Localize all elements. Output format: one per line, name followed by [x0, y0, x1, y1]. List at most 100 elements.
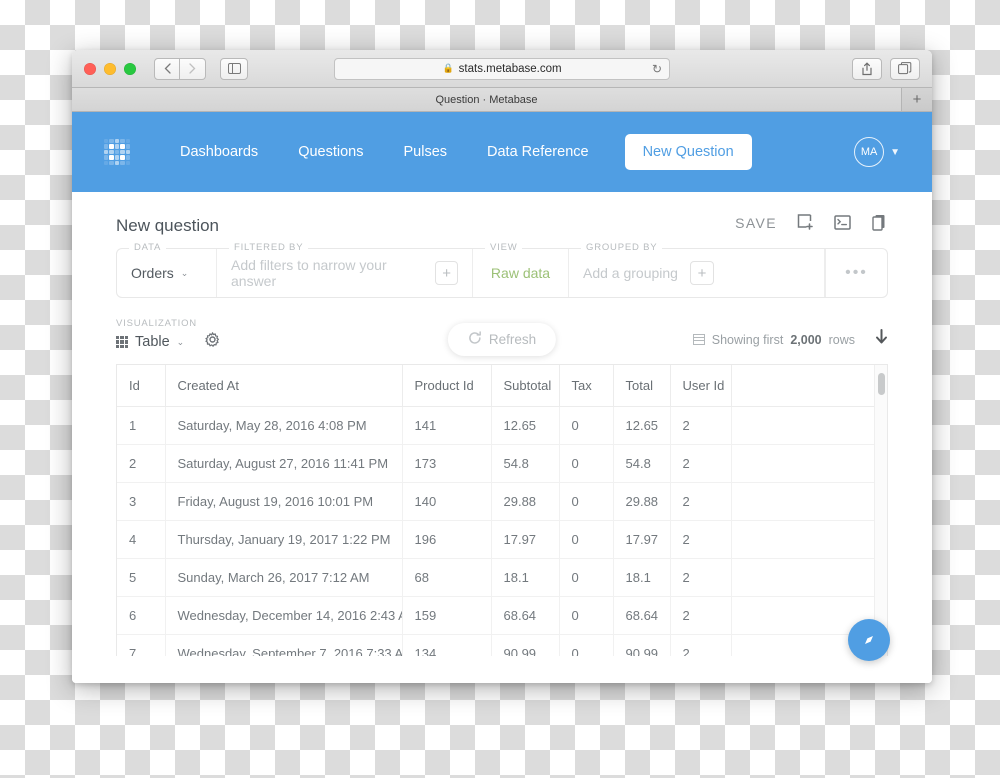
minimize-window-button[interactable]	[104, 62, 116, 75]
page-title[interactable]: New question	[116, 210, 219, 236]
add-grouping-button[interactable]: +	[689, 261, 714, 285]
view-section[interactable]: VIEW Raw data	[473, 242, 569, 297]
ellipsis-icon: •••	[845, 264, 868, 281]
gear-icon[interactable]	[205, 332, 220, 352]
window-controls	[84, 62, 136, 75]
cell-tax: 0	[559, 596, 614, 635]
view-value[interactable]: Raw data	[491, 265, 550, 281]
navbar-user-area: MA ▼	[854, 137, 900, 167]
nav-link-dashboards[interactable]: Dashboards	[160, 136, 278, 168]
data-source-text: Orders	[131, 265, 174, 281]
revision-history-icon[interactable]	[871, 214, 888, 231]
cell-id: 7	[117, 634, 166, 656]
column-header-created-at[interactable]: Created At	[165, 365, 403, 407]
share-button[interactable]	[852, 57, 882, 80]
url-text: stats.metabase.com	[458, 62, 562, 75]
rows-count: 2,000	[790, 332, 822, 347]
metabase-logo-icon[interactable]	[104, 139, 130, 165]
cell-subtotal: 17.97	[491, 520, 560, 559]
cell-total: 90.99	[613, 634, 671, 656]
cell-id: 3	[117, 482, 166, 521]
reload-icon[interactable]: ↻	[652, 62, 662, 76]
page-content: Dashboards Questions Pulses Data Referen…	[72, 112, 932, 683]
table-row[interactable]: 2 Saturday, August 27, 2016 11:41 PM 173 54…	[117, 444, 887, 483]
refresh-icon	[468, 331, 482, 348]
grouping-placeholder[interactable]: Add a grouping	[583, 265, 678, 281]
column-header-subtotal[interactable]: Subtotal	[491, 365, 560, 407]
table-scrollbar[interactable]	[874, 365, 887, 656]
table-row[interactable]: 1 Saturday, May 28, 2016 4:08 PM 141 12.65 0…	[117, 406, 887, 445]
cell-product-id: 134	[402, 634, 492, 656]
avatar[interactable]: MA	[854, 137, 885, 167]
sql-console-icon[interactable]	[834, 215, 851, 230]
show-all-tabs-button[interactable]	[890, 57, 920, 80]
data-source-value[interactable]: Orders ⌄	[131, 265, 188, 281]
cell-created-at: Wednesday, December 14, 2016 2:43 AM	[165, 596, 403, 635]
save-button[interactable]: SAVE	[735, 215, 777, 231]
visualization-right-controls: Showing first 2,000 rows	[692, 329, 888, 352]
compass-icon[interactable]	[848, 619, 890, 661]
nav-link-questions[interactable]: Questions	[278, 136, 383, 168]
new-question-button[interactable]: New Question	[624, 134, 752, 170]
table-row[interactable]: 6 Wednesday, December 14, 2016 2:43 AM 159…	[117, 596, 887, 635]
visualization-toolbar: VISUALIZATION Table ⌄ Refresh Showing fi…	[72, 298, 932, 356]
cell-blank	[731, 558, 887, 597]
cell-tax: 0	[559, 634, 614, 656]
data-section[interactable]: DATA Orders ⌄	[117, 242, 217, 297]
cell-user-id: 2	[670, 596, 732, 635]
group-section[interactable]: GROUPED BY Add a grouping +	[569, 242, 825, 297]
address-bar[interactable]: 🔒 stats.metabase.com ↻	[334, 57, 670, 80]
forward-button[interactable]	[180, 57, 206, 80]
column-header-id[interactable]: Id	[117, 365, 166, 407]
nav-link-pulses[interactable]: Pulses	[383, 136, 467, 168]
cell-blank	[731, 520, 887, 559]
browser-tab[interactable]: Question · Metabase	[72, 88, 902, 111]
column-header-user-id[interactable]: User Id	[670, 365, 732, 407]
table-row[interactable]: 5 Sunday, March 26, 2017 7:12 AM 68 18.1 0 18…	[117, 558, 887, 597]
close-window-button[interactable]	[84, 62, 96, 75]
cell-id: 5	[117, 558, 166, 597]
cell-blank	[731, 406, 887, 445]
cell-total: 12.65	[613, 406, 671, 445]
sidebar-toggle-button[interactable]	[220, 57, 248, 80]
table-icon	[116, 336, 128, 348]
cell-user-id: 2	[670, 406, 732, 445]
browser-window: 🔒 stats.metabase.com ↻ Question · Metaba…	[72, 50, 932, 683]
group-section-label: GROUPED BY	[581, 242, 663, 253]
cell-user-id: 2	[670, 520, 732, 559]
cell-subtotal: 18.1	[491, 558, 560, 597]
back-button[interactable]	[154, 57, 180, 80]
cell-id: 1	[117, 406, 166, 445]
metabase-navbar: Dashboards Questions Pulses Data Referen…	[72, 112, 932, 192]
column-header-tax[interactable]: Tax	[559, 365, 614, 407]
view-section-label: VIEW	[485, 242, 523, 253]
table-row[interactable]: 7 Wednesday, September 7, 2016 7:33 AM 134…	[117, 634, 887, 656]
filter-section[interactable]: FILTERED BY Add filters to narrow your a…	[217, 242, 473, 297]
cell-subtotal: 68.64	[491, 596, 560, 635]
chevron-down-icon[interactable]: ▼	[890, 147, 900, 158]
table-row[interactable]: 3 Friday, August 19, 2016 10:01 PM 140 29.8…	[117, 482, 887, 521]
cell-tax: 0	[559, 482, 614, 521]
table-row[interactable]: 4 Thursday, January 19, 2017 1:22 PM 196 17…	[117, 520, 887, 559]
filter-placeholder[interactable]: Add filters to narrow your answer	[231, 257, 423, 289]
nav-link-data-reference[interactable]: Data Reference	[467, 136, 609, 168]
cell-user-id: 2	[670, 482, 732, 521]
column-header-product-id[interactable]: Product Id	[402, 365, 492, 407]
column-header-total[interactable]: Total	[613, 365, 671, 407]
scrollbar-thumb[interactable]	[878, 373, 885, 395]
chevron-down-icon: ⌄	[180, 267, 189, 278]
cell-id: 2	[117, 444, 166, 483]
visualization-label: VISUALIZATION	[116, 318, 197, 329]
table-header-row: Id Created At Product Id Subtotal Tax To…	[117, 365, 887, 407]
maximize-window-button[interactable]	[124, 62, 136, 75]
cell-created-at: Sunday, March 26, 2017 7:12 AM	[165, 558, 403, 597]
new-tab-button[interactable]: +	[902, 88, 932, 111]
download-arrow-icon[interactable]	[875, 329, 888, 350]
add-filter-button[interactable]: +	[435, 261, 458, 285]
main-navigation: Dashboards Questions Pulses Data Referen…	[160, 134, 752, 170]
refresh-button[interactable]: Refresh	[447, 323, 557, 356]
add-to-dashboard-icon[interactable]	[797, 214, 814, 231]
more-options-button[interactable]: •••	[825, 249, 887, 297]
visualization-picker[interactable]: Table ⌄	[116, 332, 220, 352]
cell-tax: 0	[559, 444, 614, 483]
